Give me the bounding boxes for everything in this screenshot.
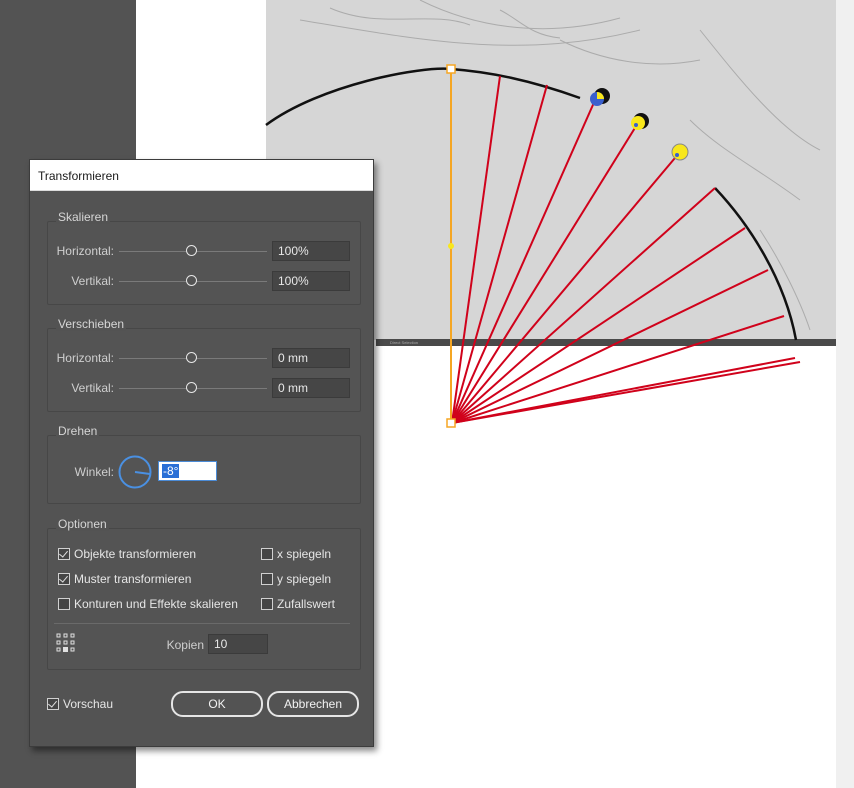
reference-point-locator-icon[interactable] [56,633,76,653]
ok-button[interactable]: OK [171,691,263,717]
arc-top [265,67,581,127]
pencil-sketch [299,0,821,331]
move-vertical-label: Vertikal: [71,381,114,395]
transform-dialog: Transformieren Skalieren Horizontal: 100… [29,159,374,747]
scale-vertical-label: Vertikal: [71,274,114,288]
reflect-y-checkbox[interactable] [261,573,273,585]
copies-label: Kopien [166,638,204,652]
preview-label: Vorschau [63,697,114,711]
angle-label: Winkel: [74,465,114,479]
reflect-y-label: y spiegeln [277,572,332,586]
options-group: Optionen Objekte transformieren Muster t… [47,517,361,670]
transform-objects-checkbox[interactable] [58,548,70,560]
angle-input[interactable]: -8° [158,461,217,481]
reflect-x-checkbox[interactable] [261,548,273,560]
scale-group: Skalieren Horizontal: 100% Vertikal: 100… [47,210,361,305]
transform-patterns-checkbox[interactable] [58,573,70,585]
move-group: Verschieben Horizontal: 0 mm Vertikal: 0… [47,317,361,412]
move-vertical-slider-knob[interactable] [186,382,197,393]
pin-marker-3 [671,143,689,161]
angle-input-value: -8° [162,464,180,478]
copies-input[interactable]: 10 [208,634,268,654]
anchor-point-top [446,64,456,74]
random-checkbox[interactable] [261,598,273,610]
scale-horizontal-slider-knob[interactable] [186,245,197,256]
pin-marker-2 [631,113,649,130]
options-divider [54,623,350,624]
angle-dial-icon[interactable] [117,454,153,490]
move-horizontal-slider-knob[interactable] [186,352,197,363]
rotate-group-title: Drehen [56,424,100,438]
scale-vertical-input[interactable]: 100% [272,271,350,291]
scale-horizontal-label: Horizontal: [56,244,114,258]
scale-vertical-slider-knob[interactable] [186,275,197,286]
rotated-lines [451,75,801,424]
arc-right [714,187,798,341]
options-group-title: Optionen [56,517,109,531]
rotate-group: Drehen Winkel: -8° [47,424,361,504]
move-horizontal-label: Horizontal: [56,351,114,365]
transform-patterns-label: Muster transformieren [74,572,192,586]
preview-checkbox[interactable] [47,698,59,710]
scale-strokes-effects-checkbox[interactable] [58,598,70,610]
move-horizontal-input[interactable]: 0 mm [272,348,350,368]
transform-objects-label: Objekte transformieren [74,547,197,561]
scale-group-title: Skalieren [56,210,111,224]
center-point [448,243,454,249]
pin-marker-1 [590,88,610,106]
cancel-button[interactable]: Abbrechen [267,691,359,717]
dialog-title: Transformieren [38,169,119,183]
scale-strokes-effects-label: Konturen und Effekte skalieren [74,597,238,611]
reflect-x-label: x spiegeln [277,547,332,561]
random-label: Zufallswert [277,597,336,611]
move-vertical-input[interactable]: 0 mm [272,378,350,398]
anchor-point-bottom [446,418,456,428]
dialog-titlebar[interactable]: Transformieren [30,160,373,191]
scale-horizontal-input[interactable]: 100% [272,241,350,261]
move-group-title: Verschieben [56,317,127,331]
